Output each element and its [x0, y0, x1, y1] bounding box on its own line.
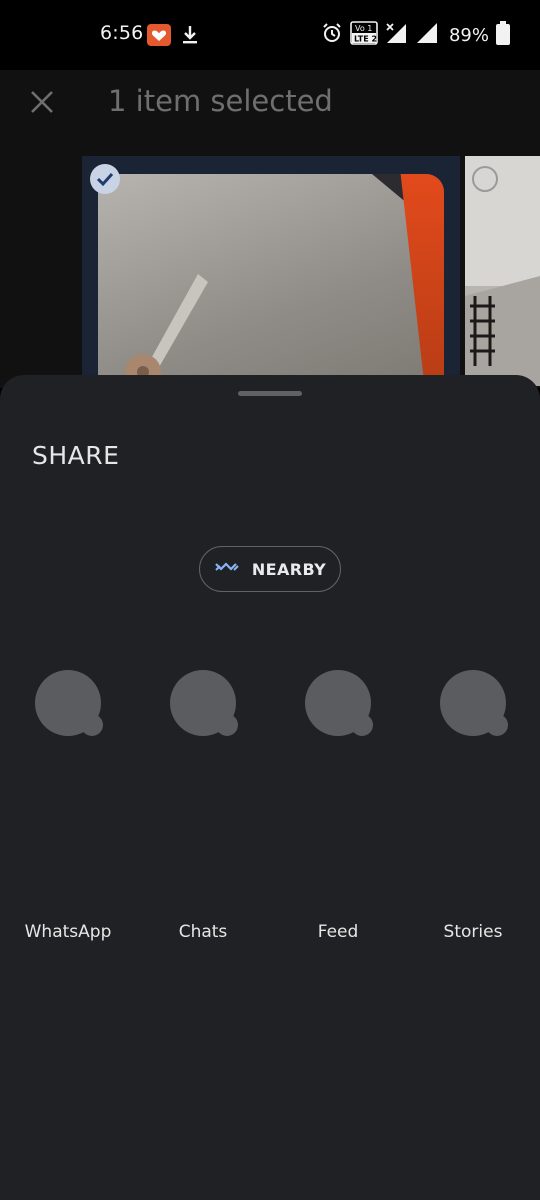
radio-unchecked-icon[interactable]: [472, 166, 498, 192]
nearby-share-icon: [214, 559, 240, 579]
share-target-feed[interactable]: Feed: [288, 670, 388, 950]
nearby-share-button[interactable]: NEARBY: [199, 546, 341, 592]
share-target-label: WhatsApp: [24, 922, 112, 942]
drag-handle[interactable]: [238, 391, 302, 396]
status-bar: 6:56 Vo 1 LTE 2 89%: [0, 0, 540, 70]
heart-notification-icon: [147, 24, 171, 46]
battery-icon: [496, 21, 510, 49]
battery-percent: 89%: [448, 24, 489, 46]
app-icon: [170, 670, 242, 742]
status-indicators: Vo 1 LTE 2 89%: [321, 21, 510, 49]
photo-thumbnail[interactable]: [465, 156, 540, 386]
share-target-whatsapp[interactable]: WhatsApp: [18, 670, 118, 950]
share-target-label: Chats: [178, 922, 228, 942]
volte-icon: Vo 1 LTE 2: [350, 21, 378, 49]
share-target-stories[interactable]: Stories: [423, 670, 523, 950]
signal-icon: [385, 22, 409, 48]
svg-text:Vo 1: Vo 1: [355, 24, 372, 33]
close-icon[interactable]: [28, 88, 56, 116]
ceiling-fan-image: [125, 274, 208, 386]
network-label: LTE 2: [354, 35, 377, 44]
status-time: 6:56: [100, 22, 144, 44]
app-icon: [305, 670, 377, 742]
photo-thumbnail-selected[interactable]: [82, 156, 460, 386]
alarm-icon: [321, 22, 343, 48]
share-target-label: Stories: [443, 922, 503, 942]
app-icon: [440, 670, 512, 742]
nearby-label: NEARBY: [251, 559, 327, 579]
photo-gallery: [0, 148, 540, 388]
photo-image: [98, 174, 444, 386]
app-icon: [35, 670, 107, 742]
download-icon: [180, 24, 200, 46]
share-heading: SHARE: [32, 441, 120, 470]
share-sheet: SHARE NEARBY WhatsApp Chats Feed Stories: [0, 375, 540, 1200]
selection-app-bar: 1 item selected: [0, 70, 540, 148]
check-icon[interactable]: [90, 164, 120, 194]
share-target-chats[interactable]: Chats: [153, 670, 253, 950]
share-target-label: Feed: [317, 922, 359, 942]
signal-icon-2: [416, 22, 438, 48]
selection-title: 1 item selected: [108, 84, 333, 118]
photo-image-next: [465, 156, 540, 386]
